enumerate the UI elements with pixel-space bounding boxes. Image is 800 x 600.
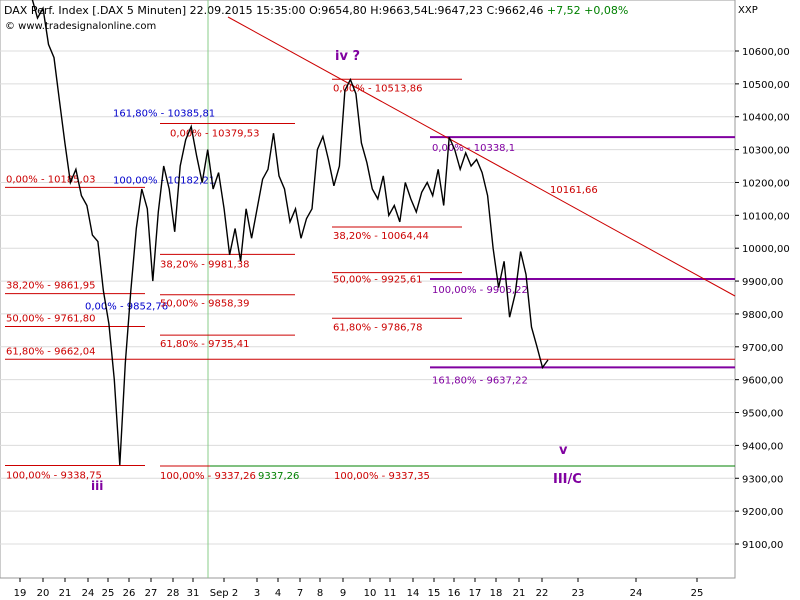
y-tick-label: 9300,00 — [742, 474, 783, 485]
x-tick-label: 21 — [513, 588, 526, 599]
x-tick-label: 24 — [630, 588, 643, 599]
fib-label: 0,00% - 9852,76 — [85, 302, 168, 313]
y-tick-label: 9600,00 — [742, 376, 783, 387]
x-tick-label: 20 — [37, 588, 50, 599]
fib-label: 100,00% - 9906,22 — [432, 285, 528, 296]
fib-label: 9337,26 — [258, 471, 299, 482]
x-tick-label: 14 — [407, 588, 420, 599]
fib-label: 0,00% - 10185,03 — [6, 174, 95, 185]
y-tick-label: 10400,00 — [742, 113, 790, 124]
x-axis-labels: 19 20 21 24 25 26 27 28 31 Sep 2 3 4 7 8 9 10 11 14 15 16 17… — [14, 588, 704, 599]
x-tick-label: 23 — [572, 588, 585, 599]
y-tick-label: 9700,00 — [742, 343, 783, 354]
y-tick-label: 9500,00 — [742, 409, 783, 420]
x-tick-label: 24 — [82, 588, 95, 599]
y-tick-label: 10100,00 — [742, 211, 790, 222]
trendline: 10161,66 — [228, 17, 735, 296]
x-tick-label: 9 — [340, 588, 346, 599]
y-tick-label: 9900,00 — [742, 277, 783, 288]
fib-label: 161,80% - 9637,22 — [432, 375, 528, 386]
wave-label: iv ? — [335, 49, 360, 64]
x-tick-label: 17 — [469, 588, 482, 599]
x-tick-label: 7 — [297, 588, 303, 599]
fib-label: 61,80% - 9662,04 — [6, 346, 95, 357]
fib-label: 161,80% - 10385,81 — [113, 108, 215, 119]
y-tick-label: 10000,00 — [742, 244, 790, 255]
y-tick-label: 10500,00 — [742, 80, 790, 91]
fib-label: 50,00% - 9925,61 — [333, 275, 422, 286]
y-tick-label: 10200,00 — [742, 178, 790, 189]
price-line — [32, 0, 548, 465]
y-axis-labels: 9100,00 9200,00 9300,00 9400,00 9500,00 9600,… — [742, 47, 790, 551]
fib-label: 100,00% - 9338,75 — [6, 471, 102, 482]
x-tick-label: 11 — [384, 588, 397, 599]
x-tick-label: 25 — [691, 588, 704, 599]
wave-label: v — [559, 443, 568, 458]
fib-label: 0,00% - 10379,53 — [170, 128, 259, 139]
fib-label: 38,20% - 9981,38 — [160, 259, 249, 270]
y-tick-label: 10300,00 — [742, 146, 790, 157]
x-tick-label: 22 — [536, 588, 549, 599]
x-tick-label: 8 — [317, 588, 323, 599]
x-tick-label: 4 — [275, 588, 281, 599]
y-tick-label: 9800,00 — [742, 310, 783, 321]
y-tick-label: 10600,00 — [742, 47, 790, 58]
x-tick-label: 18 — [490, 588, 503, 599]
fib-label: 100,00% - 10182,21 — [113, 175, 215, 186]
fib-label: 61,80% - 9735,41 — [160, 339, 249, 350]
y-tick-label: 9200,00 — [742, 507, 783, 518]
trendline-value: 10161,66 — [550, 185, 598, 196]
fib-label: 38,20% - 10064,44 — [333, 231, 429, 242]
wave-label: III/C — [553, 472, 582, 487]
fib-label: 50,00% - 9761,80 — [6, 313, 95, 324]
price-series — [32, 0, 548, 465]
x-tick-label: 3 — [254, 588, 260, 599]
fib-label: 38,20% - 9861,95 — [6, 281, 95, 292]
wave-label: iii — [91, 479, 103, 493]
x-tick-label: 19 — [14, 588, 27, 599]
x-tick-label: 10 — [364, 588, 377, 599]
x-tick-label: 26 — [123, 588, 136, 599]
fib-label: 100,00% - 9337,26 — [160, 471, 256, 482]
downtrend-line — [228, 17, 735, 296]
x-tick-label: 25 — [102, 588, 115, 599]
x-tick-label: 15 — [428, 588, 441, 599]
x-tick-label: 31 — [187, 588, 200, 599]
fib-label: 50,00% - 9858,39 — [160, 299, 249, 310]
price-chart[interactable]: 9100,00 9200,00 9300,00 9400,00 9500,00 9600,… — [0, 0, 800, 600]
x-tick-label: 16 — [448, 588, 461, 599]
y-tick-label: 9100,00 — [742, 540, 783, 551]
fib-label: 61,80% - 9786,78 — [333, 322, 422, 333]
x-tick-label: Sep 2 — [210, 588, 238, 599]
fib-label: 100,00% - 9337,35 — [334, 471, 430, 482]
x-tick-label: 27 — [145, 588, 158, 599]
x-tick-label: 21 — [59, 588, 72, 599]
y-tick-label: 9400,00 — [742, 441, 783, 452]
x-tick-label: 28 — [167, 588, 180, 599]
